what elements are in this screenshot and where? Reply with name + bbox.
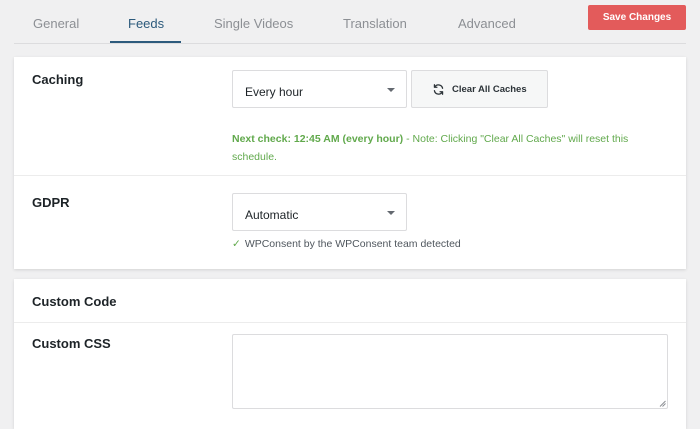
gdpr-mode-select[interactable]: Automatic [232,193,407,231]
cache-schedule-note: Next check: 12:45 AM (every hour) - Note… [232,130,662,166]
tab-feeds[interactable]: Feeds [128,16,164,31]
chevron-down-icon [387,88,395,92]
section-divider [14,322,686,323]
refresh-icon [433,84,444,95]
caching-frequency-select[interactable]: Every hour [232,70,407,108]
custom-css-label: Custom CSS [32,336,111,351]
feed-settings-card: Caching Every hour Clear All Caches Next… [14,57,686,269]
resize-handle-icon[interactable] [659,400,666,407]
clear-all-caches-label: Clear All Caches [452,84,527,95]
save-changes-button[interactable]: Save Changes [588,5,686,30]
settings-tab-bar: General Feeds Single Videos Translation … [0,0,700,44]
custom-css-textarea[interactable] [232,334,668,409]
consent-detected-text: WPConsent by the WPConsent team detected [244,238,461,250]
tab-bar-divider [14,43,686,44]
chevron-down-icon [387,211,395,215]
caching-frequency-value: Every hour [245,85,304,99]
tab-single-videos[interactable]: Single Videos [214,16,293,31]
clear-all-caches-button[interactable]: Clear All Caches [411,70,548,108]
tab-translation[interactable]: Translation [343,16,407,31]
gdpr-mode-value: Automatic [245,208,299,222]
tab-general[interactable]: General [33,16,79,31]
gdpr-label: GDPR [32,195,70,210]
caching-label: Caching [32,72,84,87]
custom-code-card: Custom Code Custom CSS [14,279,686,429]
next-check-text: Next check: 12:45 AM (every hour) [232,133,404,145]
consent-plugin-detected: ✓ WPConsent by the WPConsent team detecte… [232,238,461,250]
check-icon: ✓ [232,238,241,250]
row-divider [14,175,686,176]
tab-advanced[interactable]: Advanced [458,16,516,31]
custom-code-heading: Custom Code [32,294,117,309]
